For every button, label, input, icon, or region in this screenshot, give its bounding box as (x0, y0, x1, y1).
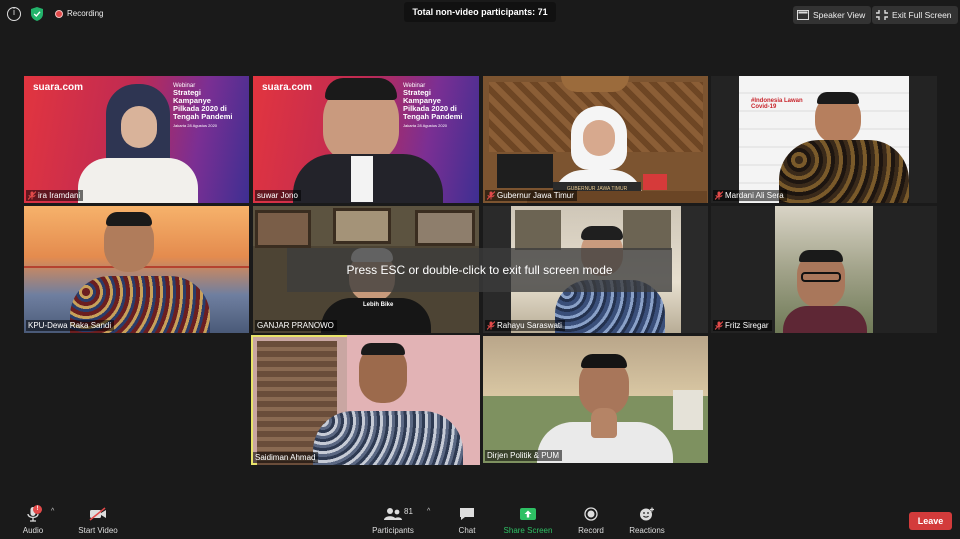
participant-name-tag: suwar Jono (255, 190, 301, 201)
recording-indicator[interactable]: Recording (55, 9, 103, 18)
top-bar: i Recording Total non-video participants… (0, 0, 960, 28)
participant-hands (591, 408, 617, 438)
video-tile[interactable]: Dirjen Politik & PUM (483, 336, 708, 463)
record-icon (584, 507, 598, 521)
video-tile-active-speaker[interactable]: Saidiman Ahmad (251, 335, 480, 465)
video-off-icon (89, 507, 106, 521)
mic-muted-icon (28, 191, 36, 200)
mic-muted-icon (487, 321, 495, 330)
video-tile[interactable]: #Indonesia Lawan Covid-19 Mardani Ali Se… (711, 76, 937, 203)
participant-name-tag: Dirjen Politik & PUM (485, 450, 563, 461)
video-tile[interactable]: suara.com Webinar Strategi Kampanye Pilk… (24, 76, 249, 203)
participant-shirt (351, 156, 373, 202)
record-button[interactable]: Record (575, 505, 607, 535)
exit-fullscreen-icon (876, 10, 888, 20)
mic-muted-icon (487, 191, 495, 200)
recording-label: Recording (67, 9, 104, 18)
slide-text: Webinar Strategi Kampanye Pilkada 2020 d… (173, 83, 233, 128)
participant-glasses (801, 272, 841, 282)
banner-text: #Indonesia Lawan Covid-19 (751, 98, 803, 110)
smiley-plus-icon (640, 507, 654, 521)
participant-batik (779, 140, 909, 203)
video-tile[interactable]: suara.com Webinar Strategi Kampanye Pilk… (253, 76, 479, 203)
emblem (561, 76, 629, 92)
shield-icon[interactable] (31, 7, 43, 21)
participant-name-tag: ira Iramdani (26, 190, 84, 201)
wall-photo (415, 210, 475, 246)
participant-hair (581, 226, 623, 240)
video-tile[interactable]: Fritz Siregar (711, 206, 937, 333)
participant-hair (581, 354, 627, 368)
participant-name-tag: Rahayu Saraswati (485, 320, 565, 331)
slide-brand: suara.com (262, 82, 313, 93)
participant-hair (361, 343, 405, 355)
mic-muted-icon (715, 191, 723, 200)
audio-warning-badge: ! (33, 505, 42, 514)
participant-clothes (78, 158, 198, 203)
desk-item (643, 174, 667, 190)
leave-button[interactable]: Leave (909, 512, 952, 530)
tshirt-print: Lebih Bike (363, 302, 394, 308)
chat-icon (460, 508, 474, 520)
participant-face (121, 106, 157, 148)
participants-count: 81 (404, 507, 413, 516)
share-screen-button[interactable]: Share Screen (501, 505, 555, 535)
start-video-button[interactable]: Start Video (74, 505, 122, 535)
video-tile[interactable]: KPU-Dewa Raka Sandi (24, 206, 249, 333)
participant-hair (106, 212, 152, 226)
participant-name-tag: Fritz Siregar (713, 320, 772, 331)
participants-icon (384, 508, 402, 520)
window (673, 390, 703, 430)
monitor (497, 154, 553, 188)
reactions-button[interactable]: Reactions (625, 505, 669, 535)
participant-name-tag: KPU-Dewa Raka Sandi (26, 320, 115, 331)
speaker-view-icon (797, 10, 809, 20)
participant-name-tag: Mardani Ali Sera (713, 190, 787, 201)
mic-muted-icon (715, 321, 723, 330)
participant-name-tag: Gubernur Jawa Timur (485, 190, 577, 201)
participant-face (583, 120, 615, 156)
info-icon[interactable]: i (7, 7, 21, 21)
video-tile[interactable]: GUBERNUR JAWA TIMUR Gubernur Jawa Timur (483, 76, 708, 203)
share-screen-icon (520, 508, 536, 520)
exit-full-screen-button[interactable]: Exit Full Screen (872, 6, 958, 24)
slide-text: Webinar Strategi Kampanye Pilkada 2020 d… (403, 83, 463, 128)
window (623, 210, 671, 250)
meeting-toolbar: Audio ! ^ Start Video Participants 81 ^ … (0, 499, 960, 539)
participant-hair (799, 250, 843, 262)
wall-photo (333, 208, 391, 244)
participant-hair (817, 92, 859, 104)
participants-options-caret-icon[interactable]: ^ (427, 508, 430, 515)
participant-batik (313, 411, 463, 465)
slide-brand: suara.com (33, 82, 84, 93)
non-video-participants-pill: Total non-video participants: 71 (404, 2, 556, 22)
wall-photo (255, 210, 311, 248)
recording-dot-icon (55, 9, 63, 18)
participant-name-tag: Saidiman Ahmad (253, 452, 319, 463)
fullscreen-hint-toast: Press ESC or double-click to exit full s… (287, 248, 672, 292)
participant-hair (325, 78, 397, 100)
window (515, 210, 561, 250)
audio-options-caret-icon[interactable]: ^ (51, 508, 54, 515)
speaker-view-button[interactable]: Speaker View (793, 6, 872, 24)
participant-clothes (783, 306, 867, 333)
chat-button[interactable]: Chat (452, 505, 482, 535)
participant-name-tag: GANJAR PRANOWO (255, 320, 337, 331)
